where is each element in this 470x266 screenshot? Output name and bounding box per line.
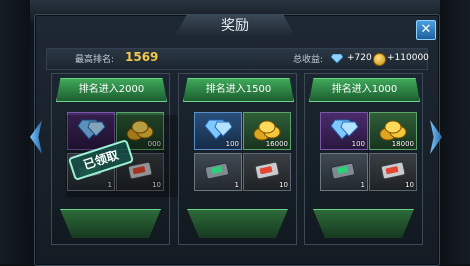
reward-item-quantity: 10 [405, 181, 414, 189]
ticket-icon [203, 159, 233, 185]
card-footer [60, 209, 161, 238]
ticket-icon [329, 159, 359, 185]
right-background-edge [440, 0, 470, 264]
reward-card-title: 排名进入2000 [56, 78, 167, 102]
reward-item-slot[interactable]: 1 [194, 153, 242, 191]
exp-card-icon [252, 159, 282, 185]
gem-total: +720 [347, 53, 372, 63]
gem-icon [331, 54, 343, 63]
reward-card[interactable]: 排名进入1000 100 18000 1 10 [304, 73, 423, 245]
summary-bar: 最高排名: 1569 总收益: +720 +110000 [46, 48, 429, 70]
reward-item-slot[interactable]: 10 [243, 153, 291, 191]
reward-item-quantity: 100 [225, 140, 239, 148]
coin-icon [373, 53, 386, 66]
reward-card-title: 排名进入1000 [309, 78, 420, 102]
best-rank-value: 1569 [125, 50, 159, 64]
reward-item-slot[interactable]: 100 [194, 112, 242, 150]
reward-item-quantity: 10 [279, 181, 288, 189]
total-earnings-label: 总收益: [293, 55, 324, 65]
best-rank-label: 最高排名: [75, 55, 115, 65]
reward-item-slot[interactable]: 18000 [369, 112, 417, 150]
close-button[interactable]: ✕ [416, 20, 436, 40]
reward-item-quantity: 100 [351, 140, 365, 148]
exp-card-icon [378, 159, 408, 185]
card-footer [187, 209, 288, 238]
reward-item-slot[interactable]: 100 [320, 112, 368, 150]
reward-item-quantity: 1 [360, 181, 365, 189]
reward-item-quantity: 1 [234, 181, 239, 189]
card-footer [313, 209, 414, 238]
reward-item-quantity: 18000 [391, 140, 414, 148]
reward-item-slot[interactable]: 1 [320, 153, 368, 191]
reward-item-slot[interactable]: 16000 [243, 112, 291, 150]
reward-card[interactable]: 排名进入1500 100 16000 1 10 [178, 73, 297, 245]
left-background-edge [0, 0, 30, 264]
reward-item-slot[interactable]: 10 [369, 153, 417, 191]
reward-card-title: 排名进入1500 [183, 78, 294, 102]
coin-total: +110000 [387, 53, 429, 63]
dialog-title: 奖励 [175, 14, 295, 36]
reward-item-quantity: 16000 [265, 140, 288, 148]
